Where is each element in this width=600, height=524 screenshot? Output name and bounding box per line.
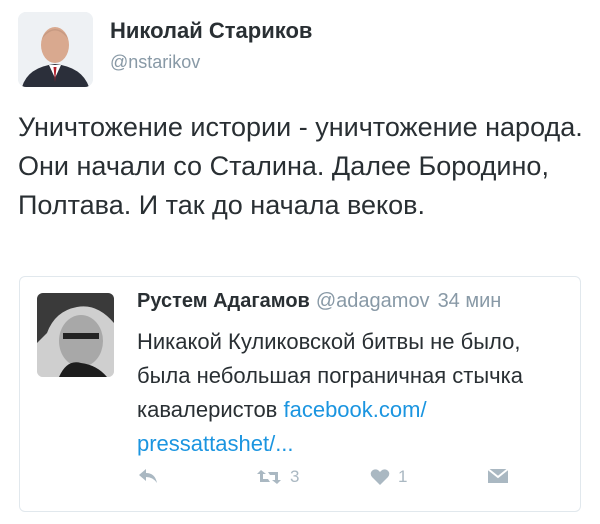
like-button[interactable]: 1 bbox=[370, 467, 407, 487]
quoted-tweet-card[interactable]: Рустем Адагамов @adagamov 34 мин Никакой К… bbox=[19, 276, 581, 512]
like-count: 1 bbox=[398, 467, 408, 486]
author-handle[interactable]: @nstarikov bbox=[110, 52, 200, 73]
user-avatar-photo-icon bbox=[18, 12, 93, 87]
author-name[interactable]: Николай Стариков bbox=[110, 18, 312, 44]
heart-icon bbox=[370, 469, 390, 485]
reply-icon bbox=[139, 469, 157, 483]
direct-message-button[interactable] bbox=[487, 467, 509, 485]
user-avatar-photo-icon bbox=[37, 293, 114, 377]
quoted-author-avatar[interactable] bbox=[37, 293, 114, 377]
quoted-header: Рустем Адагамов @adagamov 34 мин bbox=[137, 290, 501, 313]
quoted-text: Никакой Куликовской битвы не было, была … bbox=[137, 325, 572, 461]
tweet-actions: 3 1 bbox=[20, 467, 580, 497]
direct-message-icon bbox=[487, 468, 509, 483]
author-avatar[interactable] bbox=[18, 12, 93, 87]
tweet-text: Уничтожение истории - уничтожение народа… bbox=[18, 112, 583, 220]
retweet-button[interactable]: 3 bbox=[256, 467, 299, 487]
quoted-author-name[interactable]: Рустем Адагамов bbox=[137, 290, 310, 312]
retweet-icon bbox=[257, 470, 281, 484]
retweet-count: 3 bbox=[290, 467, 300, 486]
quoted-timestamp[interactable]: 34 мин bbox=[438, 290, 502, 312]
reply-button[interactable] bbox=[137, 467, 159, 485]
quoted-author-handle[interactable]: @adagamov bbox=[316, 290, 430, 312]
